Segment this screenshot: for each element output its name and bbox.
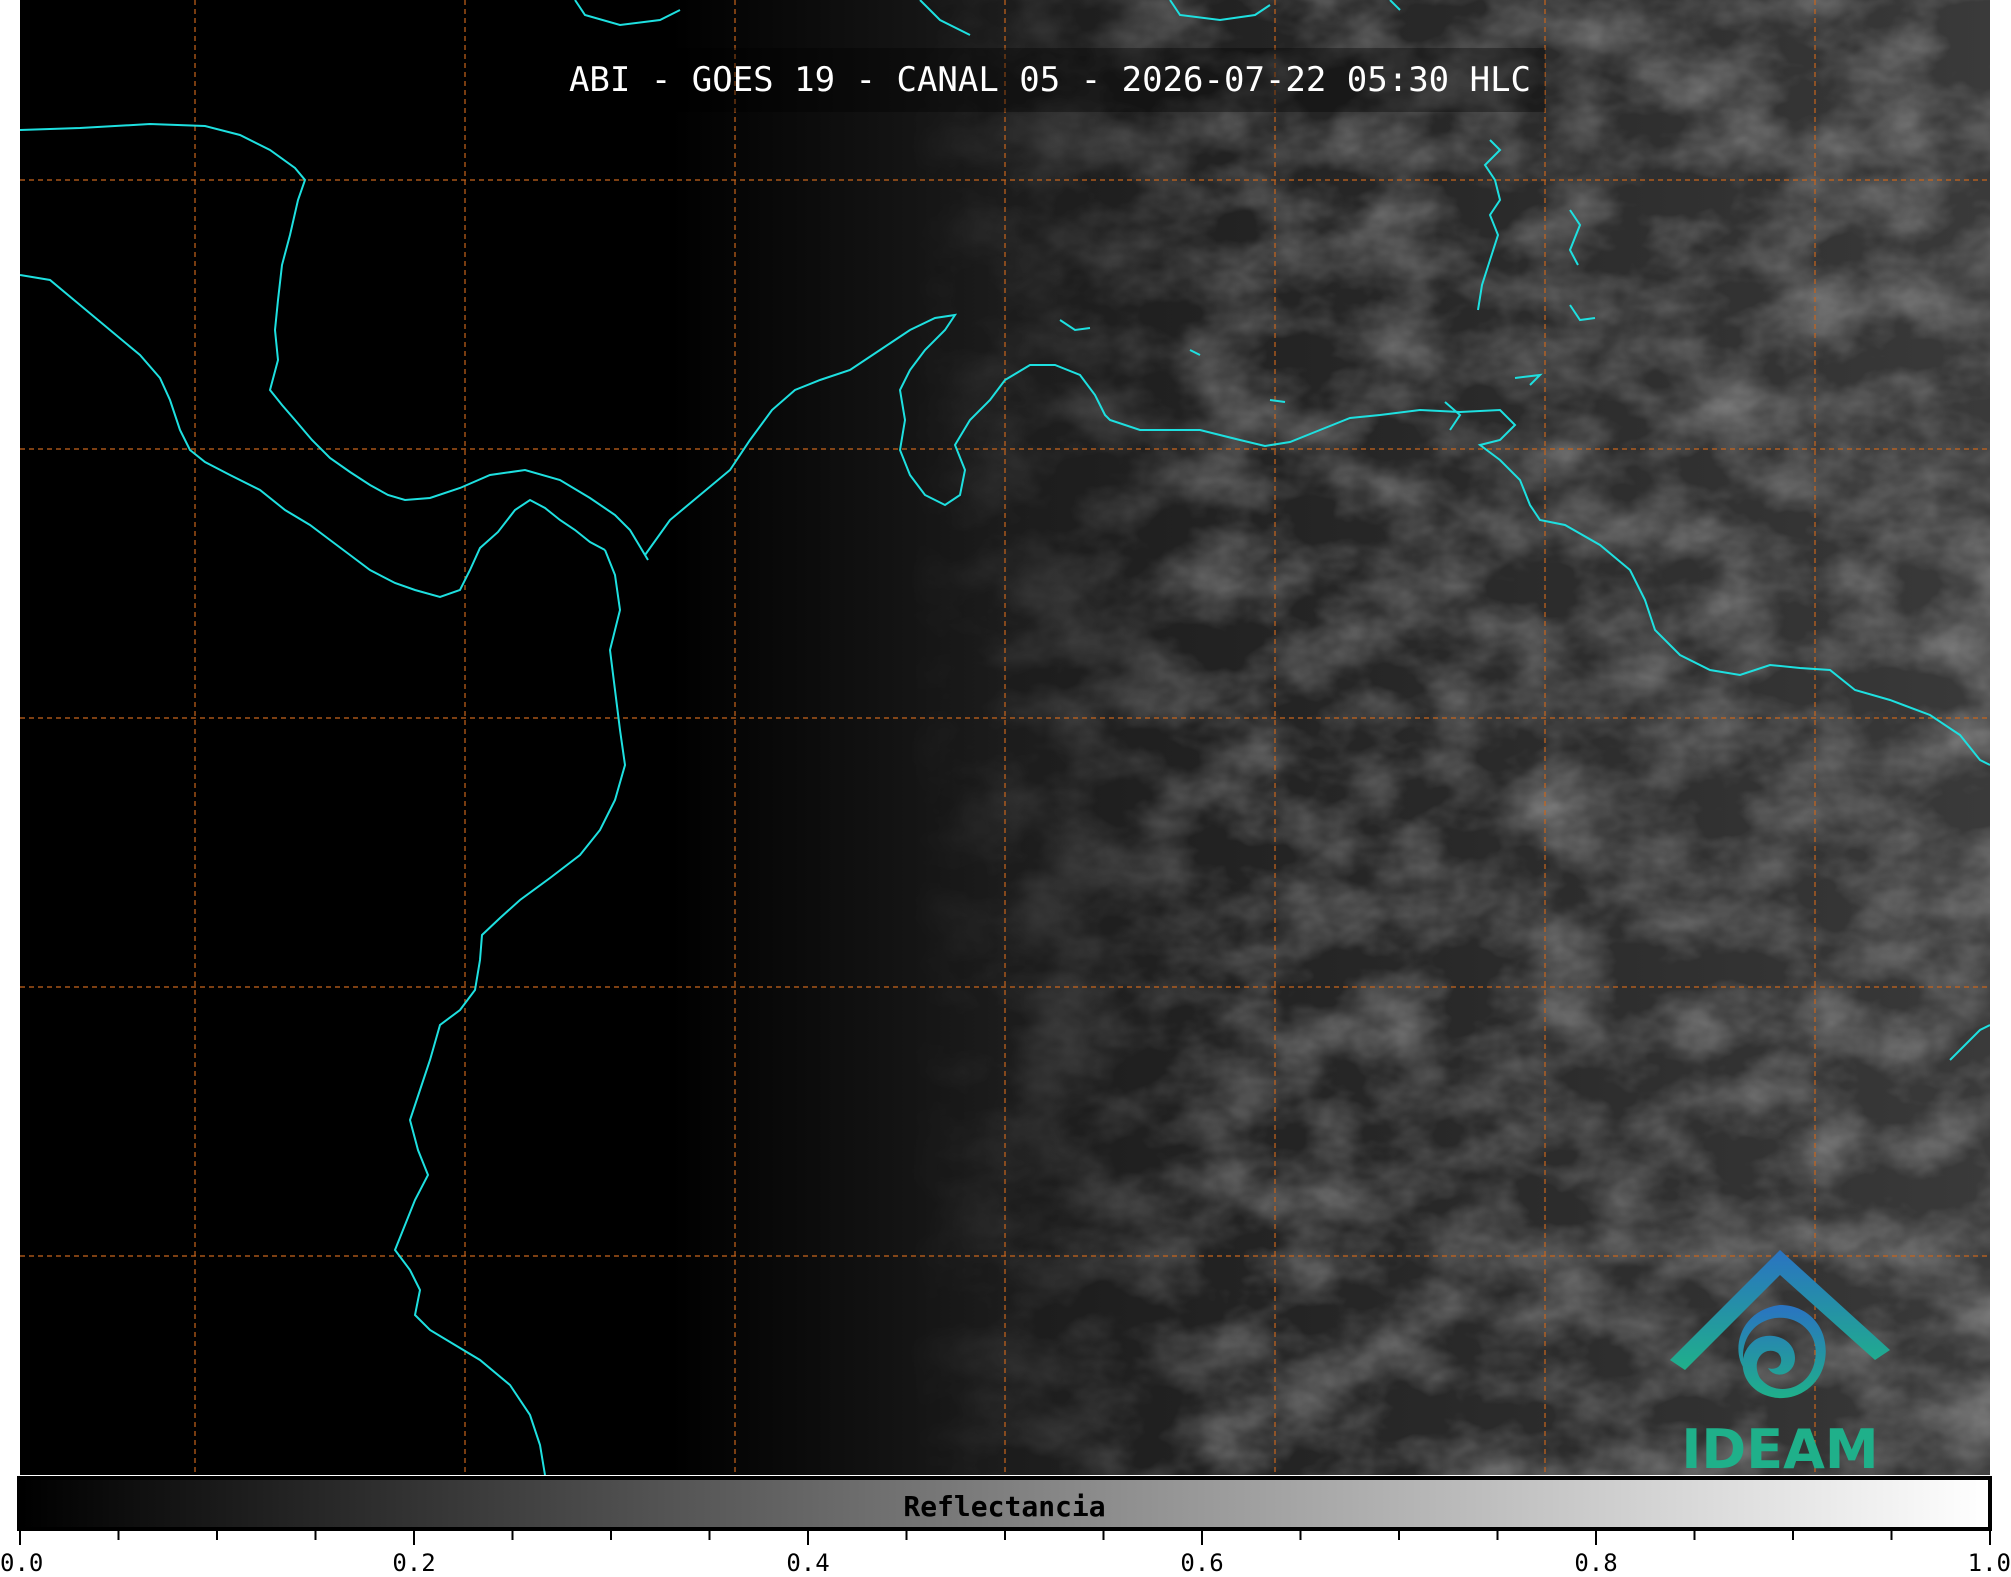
ideam-logo-text: IDEAM bbox=[1681, 1418, 1878, 1475]
colorbar-tick-label: 0.8 bbox=[1574, 1549, 1617, 1577]
ideam-logo-icon: IDEAM bbox=[1670, 1250, 1890, 1475]
colorbar: Reflectancia bbox=[17, 1476, 1992, 1531]
colorbar-tick-label: 0.6 bbox=[1180, 1549, 1223, 1577]
colorbar-tick-label: 0.0 bbox=[0, 1549, 43, 1577]
colorbar-tick-label: 0.4 bbox=[786, 1549, 829, 1577]
colorbar-tick-label: 1.0 bbox=[1968, 1549, 2011, 1577]
colorbar-axis: 0.0 0.2 0.4 0.6 0.8 1.0 bbox=[0, 1531, 2011, 1577]
map-title: ABI - GOES 19 - CANAL 05 - 2026-07-22 05… bbox=[555, 48, 1545, 112]
satellite-map[interactable]: ABI - GOES 19 - CANAL 05 - 2026-07-22 05… bbox=[20, 0, 1990, 1475]
colorbar-label: Reflectancia bbox=[903, 1490, 1106, 1523]
colorbar-tick-label: 0.2 bbox=[392, 1549, 435, 1577]
